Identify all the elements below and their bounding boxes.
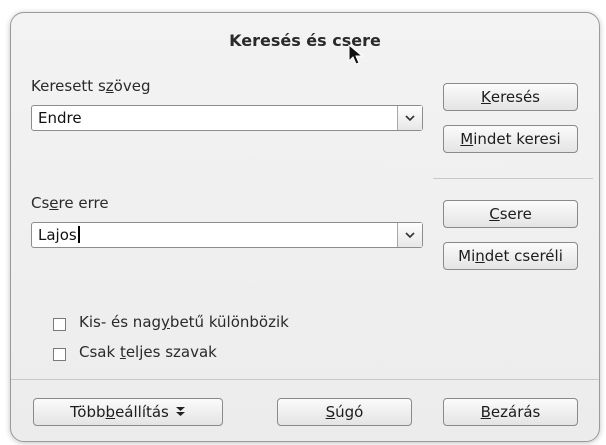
dialog-title: Keresés és csere	[229, 31, 381, 50]
find-replace-dialog: Keresés és csere Keresett szöveg Endre C…	[10, 12, 600, 442]
search-label-text: Keresett s	[31, 77, 106, 95]
chevron-down-icon	[405, 114, 415, 121]
whole-words-checkbox[interactable]	[53, 348, 66, 361]
replace-all-button[interactable]: Mi n det cseréli	[443, 242, 578, 270]
find-button[interactable]: Keresés	[443, 83, 578, 111]
help-button[interactable]: Súgó	[277, 398, 412, 426]
replace-label-accel: e	[49, 194, 59, 212]
replace-dropdown-button[interactable]	[397, 223, 422, 247]
match-case-checkbox[interactable]	[53, 318, 66, 331]
search-label: Keresett szöveg	[31, 77, 150, 95]
replace-label: Csere erre	[31, 194, 109, 212]
text-cursor	[77, 226, 80, 243]
whole-words-label[interactable]: Csak teljes szavak	[79, 343, 217, 361]
replace-combobox[interactable]: Lajos	[31, 222, 423, 248]
button-group-divider	[433, 178, 593, 179]
replace-label-text-end: re erre	[58, 194, 109, 212]
chevron-down-icon	[405, 231, 415, 238]
replace-input[interactable]: Lajos	[38, 226, 80, 244]
more-options-button[interactable]: Több b eállítás	[33, 398, 223, 426]
search-input[interactable]: Endre	[38, 109, 82, 127]
replace-button[interactable]: Csere	[443, 200, 578, 228]
find-all-button[interactable]: Mindet keresi	[443, 125, 578, 153]
mouse-pointer-icon	[348, 44, 364, 65]
replace-input-value: Lajos	[38, 226, 77, 244]
search-combobox[interactable]: Endre	[31, 105, 423, 131]
replace-label-text: Cs	[31, 194, 50, 212]
search-label-text-end: öveg	[113, 77, 151, 95]
footer-divider	[11, 379, 599, 380]
search-dropdown-button[interactable]	[397, 106, 422, 130]
double-chevron-down-icon	[175, 407, 185, 416]
match-case-label[interactable]: Kis- és nagybetű különbözik	[79, 313, 289, 331]
close-button[interactable]: Bezárás	[443, 398, 578, 426]
search-label-accel: z	[105, 77, 114, 95]
